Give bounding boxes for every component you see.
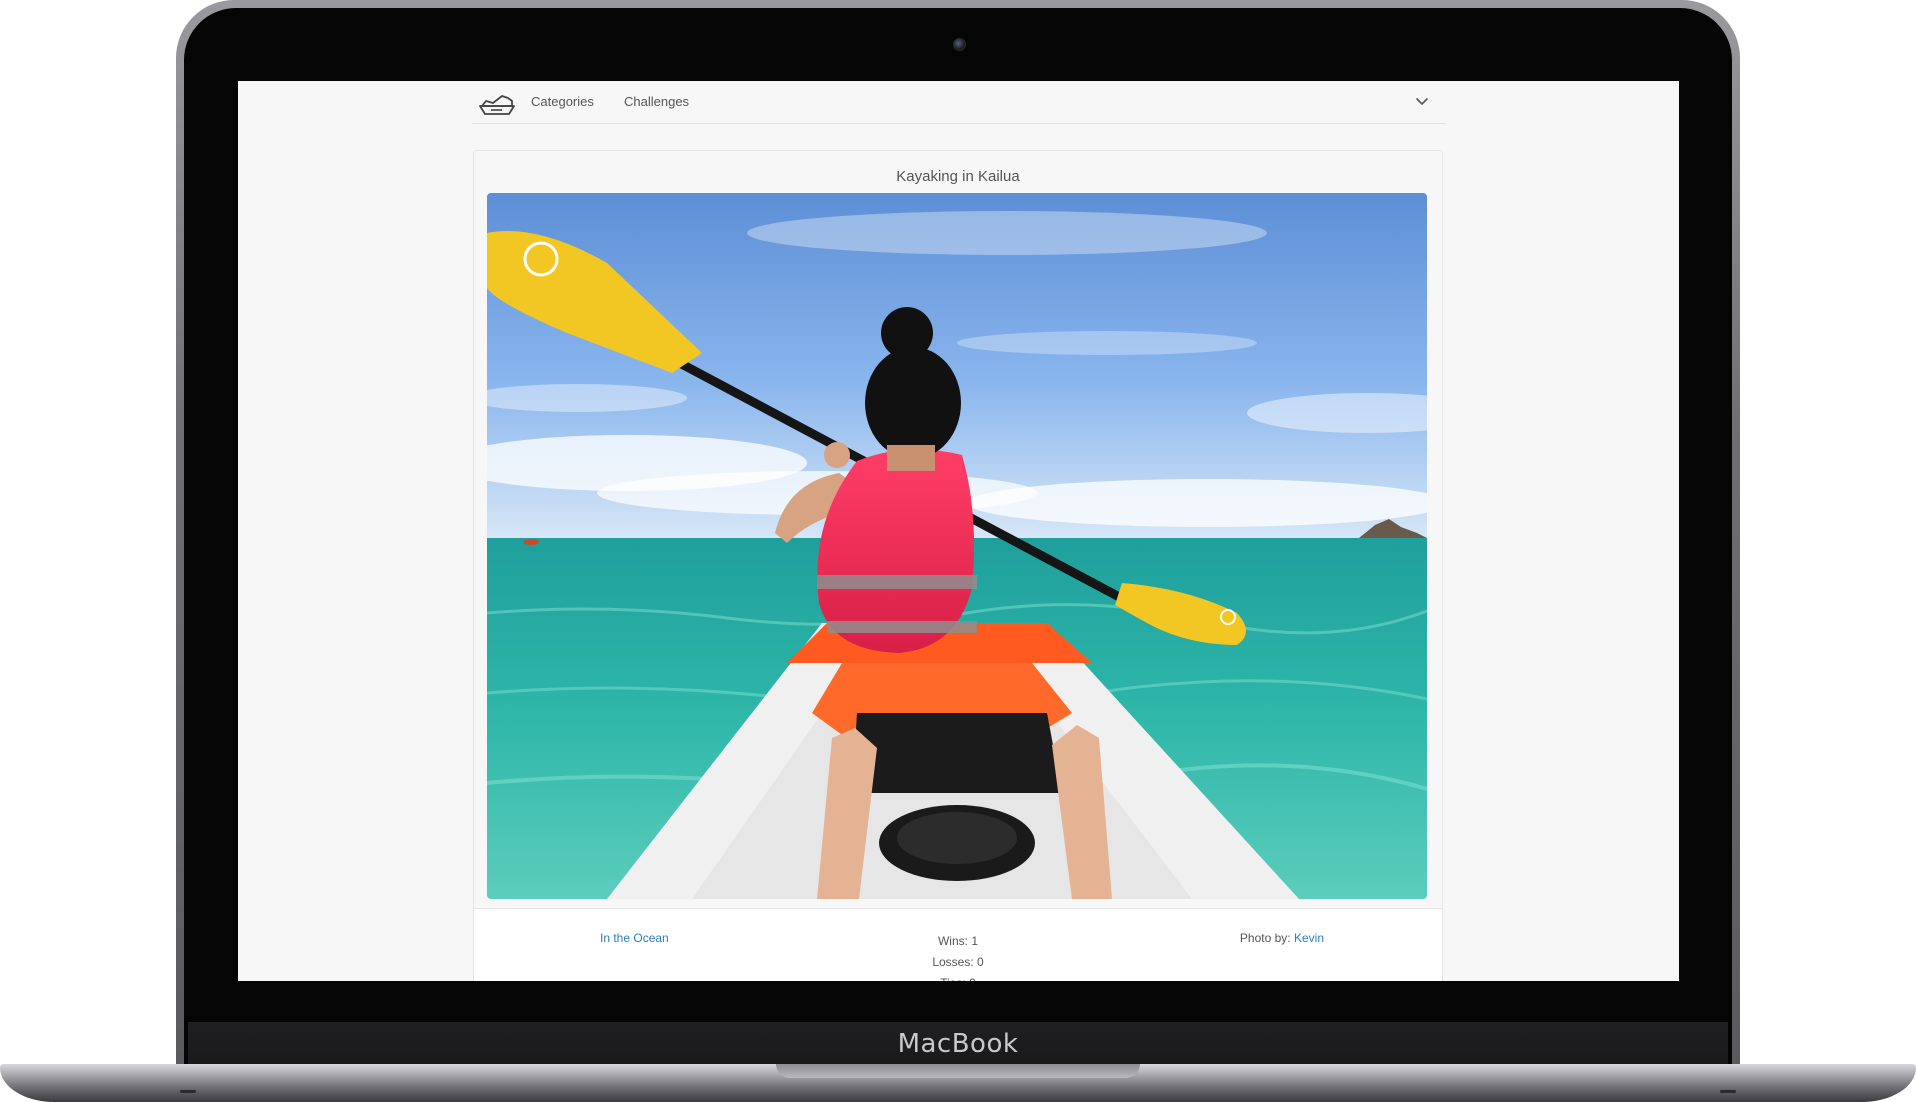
nav-categories-link[interactable]: Categories — [531, 94, 594, 109]
photo-image[interactable] — [487, 193, 1427, 899]
camera-icon — [953, 38, 966, 51]
ties-count: Ties: 0 — [858, 973, 1058, 981]
photo-title: Kayaking in Kailua — [896, 168, 1020, 185]
photo-credit: Photo by: Kevin — [1240, 931, 1324, 945]
chevron-down-icon[interactable] — [1414, 93, 1430, 109]
kayak-photo-illustration — [487, 193, 1427, 899]
nav-challenges-link[interactable]: Challenges — [624, 94, 689, 109]
author-link[interactable]: Kevin — [1294, 931, 1324, 945]
credit-prefix: Photo by: — [1239, 931, 1291, 945]
top-navbar: Categories Challenges — [472, 81, 1446, 124]
category-link[interactable]: In the Ocean — [600, 931, 669, 945]
lid-notch — [776, 1064, 1140, 1078]
photo-card: Kayaking in Kailua In the Ocean Wins: 1 … — [473, 150, 1443, 981]
laptop-mockup: Categories Challenges Kayaking in Kailua — [0, 0, 1916, 1102]
photo-card-footer: In the Ocean Wins: 1 Losses: 0 Ties: 0 P… — [474, 908, 1442, 981]
browser-viewport: Categories Challenges Kayaking in Kailua — [238, 81, 1679, 981]
boat-logo-icon[interactable] — [478, 89, 518, 119]
laptop-foot-right — [1720, 1090, 1736, 1093]
wins-count: Wins: 1 — [937, 934, 978, 948]
photo-stats: Wins: 1 Losses: 0 Ties: 0 — [858, 931, 1058, 981]
device-brand-label: MacBook — [897, 1029, 1019, 1059]
losses-count: Losses: 0 — [932, 955, 984, 969]
laptop-foot-left — [180, 1090, 196, 1093]
